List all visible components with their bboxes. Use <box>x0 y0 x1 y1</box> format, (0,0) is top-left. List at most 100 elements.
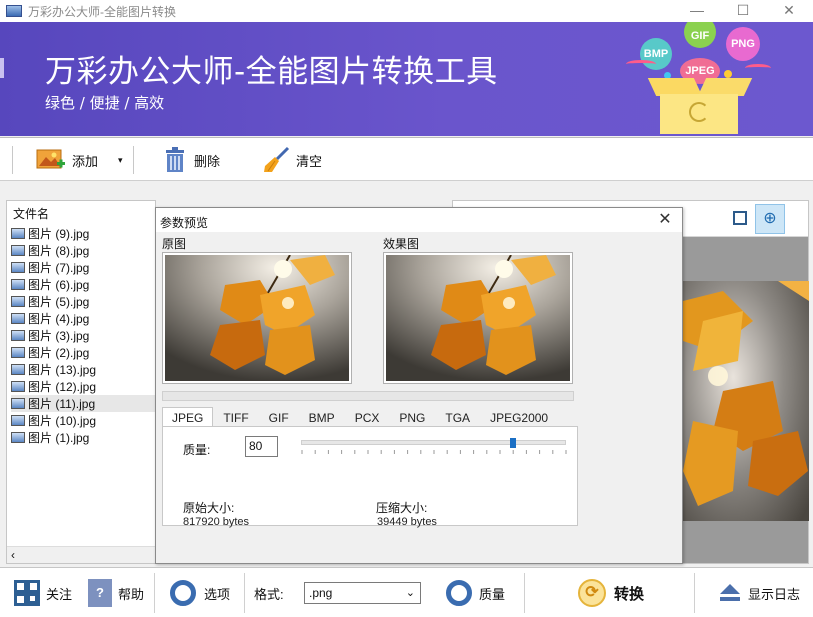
file-list-item[interactable]: 图片 (6).jpg <box>11 276 155 293</box>
file-list-item[interactable]: 图片 (8).jpg <box>11 242 155 259</box>
follow-button[interactable]: 关注 <box>14 568 72 617</box>
quality-slider[interactable] <box>301 440 566 445</box>
quality-button[interactable]: 质量 <box>446 568 505 617</box>
original-size-value: 817920 bytes <box>183 516 250 528</box>
image-file-icon <box>11 381 25 392</box>
quality-input[interactable]: 80 <box>245 436 278 457</box>
scroll-left-icon[interactable]: ‹ <box>11 547 15 563</box>
banner-title: 万彩办公大师-全能图片转换工具 <box>45 54 498 90</box>
image-file-icon <box>11 415 25 426</box>
tab-gif[interactable]: GIF <box>259 407 299 427</box>
effect-image <box>383 252 573 384</box>
png-badge: PNG <box>726 27 760 61</box>
tab-jpeg2000[interactable]: JPEG2000 <box>480 407 558 427</box>
app-icon <box>6 5 22 17</box>
file-list-item[interactable]: 图片 (9).jpg <box>11 225 155 242</box>
minimize-button[interactable]: — <box>674 0 720 22</box>
image-file-icon <box>11 245 25 256</box>
image-file-icon <box>11 364 25 375</box>
add-button[interactable]: 添加 <box>36 146 98 174</box>
file-name: 图片 (12).jpg <box>28 380 97 394</box>
file-name: 图片 (4).jpg <box>28 312 90 326</box>
fit-screen-icon[interactable] <box>733 211 747 225</box>
quality-slider-thumb[interactable] <box>510 438 516 448</box>
file-name: 图片 (10).jpg <box>28 414 97 428</box>
image-file-icon <box>11 313 25 324</box>
gear-icon <box>170 580 196 606</box>
image-file-icon <box>11 279 25 290</box>
options-button[interactable]: 选项 <box>170 568 230 617</box>
image-file-icon <box>11 432 25 443</box>
add-image-icon <box>36 148 66 172</box>
dropdown-arrow-icon: ▾ <box>118 154 123 165</box>
file-list-item[interactable]: 图片 (4).jpg <box>11 310 155 327</box>
convert-button[interactable]: ⟳ 转换 <box>578 568 644 617</box>
image-file-icon <box>11 296 25 307</box>
trash-icon <box>164 147 186 173</box>
file-list-item[interactable]: 图片 (7).jpg <box>11 259 155 276</box>
maximize-icon: ☐ <box>736 2 750 18</box>
dialog-horizontal-scrollbar[interactable] <box>162 391 574 401</box>
file-list-item[interactable]: 图片 (10).jpg <box>11 412 155 429</box>
dialog-title: 参数预览 <box>160 216 209 230</box>
file-list-item[interactable]: 图片 (12).jpg <box>11 378 155 395</box>
tab-jpeg[interactable]: JPEG <box>162 407 214 427</box>
banner-slogan: 绿色 / 便捷 / 高效 <box>45 94 165 112</box>
dialog-close-button[interactable]: ✕ <box>656 211 674 229</box>
chevron-down-icon: ⌄ <box>405 587 415 599</box>
add-dropdown-button[interactable]: ▾ <box>118 146 123 174</box>
column-header-filename[interactable]: 文件名 <box>13 205 49 222</box>
format-tabs: JPEG TIFF GIF BMP PCX PNG TGA JPEG2000 <box>162 407 574 427</box>
clear-button[interactable]: 清空 <box>262 146 322 174</box>
image-file-icon <box>11 398 25 409</box>
file-list-item[interactable]: 图片 (5).jpg <box>11 293 155 310</box>
confetti-decoration <box>745 64 771 72</box>
file-name: 图片 (11).jpg <box>28 397 96 411</box>
file-list-item[interactable]: 图片 (11).jpg <box>11 395 155 412</box>
tab-png[interactable]: PNG <box>389 407 435 427</box>
parameter-preview-dialog: 参数预览 ✕ 原图 效果图 JPEG TIFF GIF BMP PCX PNG … <box>155 207 683 564</box>
convert-label: 转换 <box>614 585 645 603</box>
file-list-item[interactable]: 图片 (2).jpg <box>11 344 155 361</box>
confetti-decoration <box>626 60 656 68</box>
maximize-button[interactable]: ☐ <box>720 0 766 22</box>
image-file-icon <box>11 262 25 273</box>
delete-button[interactable]: 删除 <box>164 146 220 174</box>
original-image <box>162 252 352 384</box>
tab-bmp[interactable]: BMP <box>299 407 345 427</box>
file-name: 图片 (13).jpg <box>28 363 97 377</box>
show-log-button[interactable]: 显示日志 <box>720 568 800 617</box>
jpeg-settings-panel: 质量: 80 原始大小: 817920 bytes 压缩大小: 39449 by… <box>162 426 578 528</box>
options-label: 选项 <box>204 586 231 602</box>
actual-size-icon[interactable]: ⊕ <box>755 204 785 234</box>
refresh-icon <box>689 102 709 122</box>
gif-badge: GIF <box>684 22 716 48</box>
quality-label: 质量: <box>183 443 211 457</box>
banner-edge-tab <box>0 58 4 78</box>
file-list-item[interactable]: 图片 (13).jpg <box>11 361 155 378</box>
image-file-icon <box>11 330 25 341</box>
toolbar: 添加 ▾ 删除 清空 <box>0 137 813 181</box>
window-title: 万彩办公大师-全能图片转换 <box>28 4 176 19</box>
bottom-bar: 关注 ? 帮助 选项 格式: .png ⌄ 质量 ⟳ 转换 显示日志 <box>0 567 813 617</box>
file-name: 图片 (6).jpg <box>28 278 90 292</box>
tab-pcx[interactable]: PCX <box>345 407 390 427</box>
file-list[interactable]: 文件名 图片 (9).jpg 图片 (8).jpg 图片 (7).jpg 图片 (6)… <box>6 200 156 564</box>
effect-image-label: 效果图 <box>383 237 420 251</box>
add-label: 添加 <box>72 153 99 169</box>
file-list-item[interactable]: 图片 (1).jpg <box>11 429 155 446</box>
slider-ticks <box>301 450 567 454</box>
delete-label: 删除 <box>194 153 221 169</box>
tab-tiff[interactable]: TIFF <box>213 407 258 427</box>
tab-tga[interactable]: TGA <box>435 407 480 427</box>
dialog-title-bar: 参数预览 ✕ <box>156 208 682 232</box>
horizontal-scrollbar[interactable]: ‹ <box>7 546 155 563</box>
close-button[interactable]: ✕ <box>766 0 812 22</box>
original-size-label: 原始大小: <box>183 501 235 515</box>
file-list-item[interactable]: 图片 (3).jpg <box>11 327 155 344</box>
format-select[interactable]: .png ⌄ <box>304 582 421 604</box>
compressed-size-value: 39449 bytes <box>377 516 437 528</box>
preview-image <box>683 281 809 521</box>
file-name: 图片 (1).jpg <box>28 431 90 445</box>
help-button[interactable]: ? 帮助 <box>88 568 144 617</box>
